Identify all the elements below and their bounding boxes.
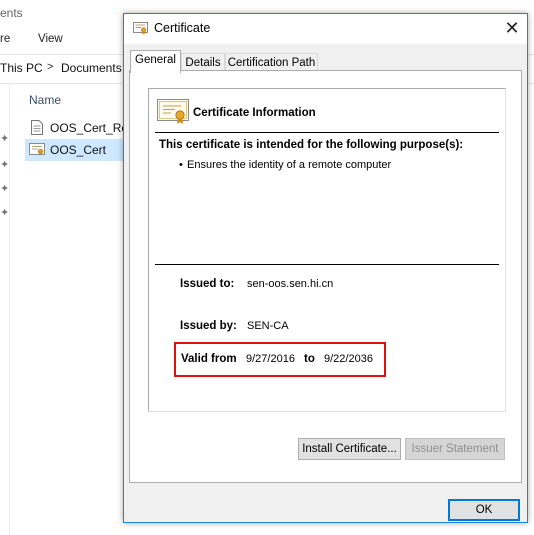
- breadcrumb-separator-icon: >: [47, 61, 54, 73]
- ok-button[interactable]: OK: [448, 499, 520, 521]
- certificate-dialog: Certificate ✕ General Details Certificat…: [123, 13, 528, 523]
- column-header-name[interactable]: Name: [29, 93, 61, 107]
- file-item-oos-cert[interactable]: OOS_Cert: [25, 139, 125, 161]
- issued-to-label: Issued to:: [180, 278, 235, 290]
- general-tab-panel: Certificate Information This certificate…: [129, 70, 522, 483]
- certificate-icon: [133, 22, 148, 35]
- tab-general[interactable]: General: [130, 50, 181, 73]
- dialog-titlebar[interactable]: Certificate ✕: [124, 14, 527, 44]
- breadcrumb-this-pc[interactable]: This PC: [0, 61, 43, 75]
- pin-icon: ✦: [0, 133, 10, 145]
- document-icon: [31, 120, 43, 135]
- certificate-info-title: Certificate Information: [193, 107, 316, 119]
- issued-by-label: Issued by:: [180, 320, 237, 332]
- close-icon[interactable]: ✕: [497, 14, 527, 44]
- certificate-file-icon: [29, 143, 45, 155]
- valid-from-value: 9/27/2016: [246, 353, 295, 365]
- issued-to-value: sen-oos.sen.hi.cn: [247, 278, 334, 290]
- certificate-info-box: Certificate Information This certificate…: [148, 88, 506, 412]
- purpose-header: This certificate is intended for the fol…: [159, 139, 464, 151]
- bullet-icon: •: [179, 159, 183, 171]
- pin-icon: ✦: [0, 183, 10, 195]
- details-divider: [155, 264, 499, 265]
- issuer-statement-button[interactable]: Issuer Statement: [405, 438, 505, 460]
- file-name: OOS_Cert_Req: [50, 121, 135, 135]
- breadcrumb-documents[interactable]: Documents: [61, 61, 122, 75]
- ribbon-tab-view[interactable]: View: [38, 33, 63, 45]
- valid-to-value: 9/22/2036: [324, 353, 373, 365]
- purpose-item: Ensures the identity of a remote compute…: [187, 159, 392, 171]
- ribbon-tab-share[interactable]: re: [0, 33, 10, 45]
- file-name: OOS_Cert: [50, 143, 107, 157]
- pin-icon: ✦: [0, 207, 10, 219]
- header-divider: [155, 132, 499, 133]
- certificate-info-icon: [157, 99, 189, 124]
- nav-pane-divider: [9, 84, 10, 535]
- explorer-title-fragment: ents: [0, 6, 23, 20]
- valid-to-label: to: [304, 353, 315, 365]
- pin-icon: ✦: [0, 159, 10, 171]
- install-certificate-button[interactable]: Install Certificate...: [298, 438, 401, 460]
- issued-by-value: SEN-CA: [247, 320, 289, 332]
- dialog-title: Certificate: [154, 21, 211, 35]
- file-item-oos-cert-req[interactable]: OOS_Cert_Req: [25, 117, 135, 139]
- valid-from-label: Valid from: [181, 353, 237, 365]
